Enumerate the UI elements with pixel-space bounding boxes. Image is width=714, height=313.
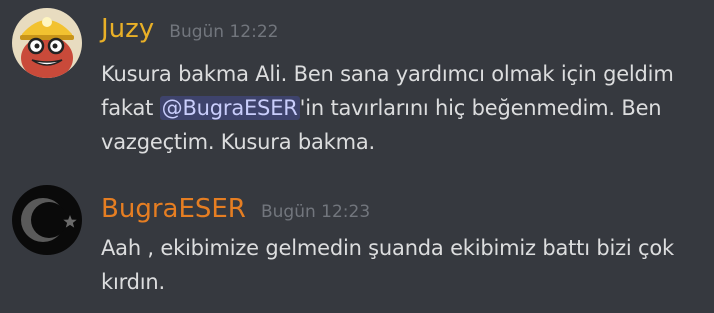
timestamp: Bugün 12:23 <box>260 202 371 222</box>
message-juzy: Juzy Bugün 12:22 Kusura bakma Ali. Ben s… <box>0 0 714 170</box>
username[interactable]: BugraESER <box>101 194 246 224</box>
user-mention[interactable]: @BugraESER <box>159 96 300 120</box>
message-text: Aah , ekibimize gelmedin şuanda ekibimiz… <box>101 236 674 294</box>
message-header: Juzy Bugün 12:22 <box>101 14 278 44</box>
message-content: Aah , ekibimize gelmedin şuanda ekibimiz… <box>101 231 713 299</box>
crescent-star-flag-avatar-icon[interactable] <box>12 185 82 255</box>
timestamp: Bugün 12:22 <box>169 22 279 42</box>
miner-character-avatar-icon[interactable] <box>12 8 82 78</box>
message-content: Kusura bakma Ali. Ben sana yardımcı olma… <box>101 57 713 159</box>
message-header: BugraESER Bugün 12:23 <box>101 194 370 224</box>
message-bugraeser: BugraESER Bugün 12:23 Aah , ekibimize ge… <box>0 180 714 313</box>
username[interactable]: Juzy <box>101 14 154 44</box>
